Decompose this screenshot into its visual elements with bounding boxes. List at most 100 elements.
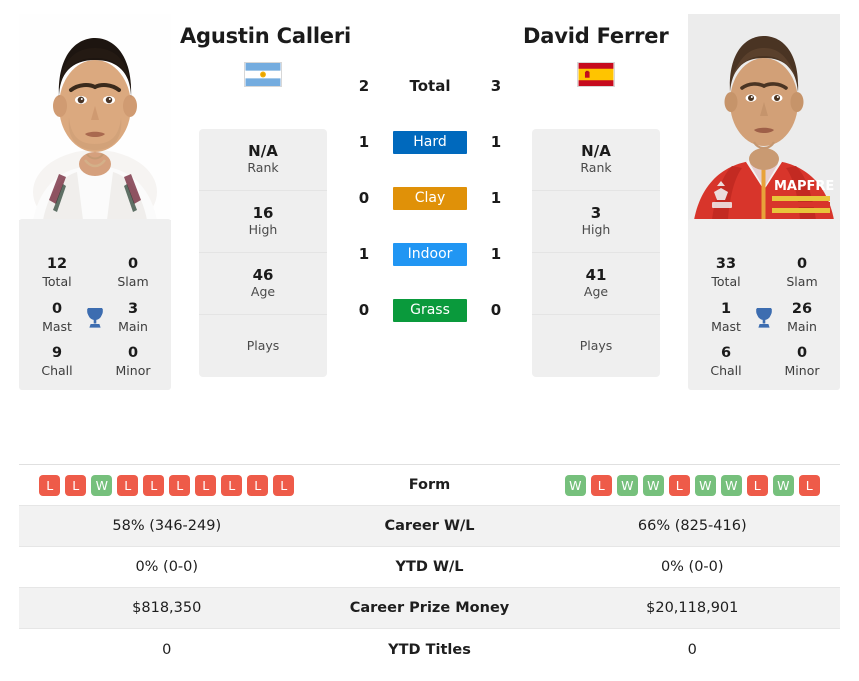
form-badge-right-7: L: [746, 474, 768, 496]
high-value-right: 3: [590, 203, 602, 222]
form-badge-left-2: W: [91, 474, 113, 496]
form-badge-left-1: L: [65, 474, 87, 496]
titles-total-label-left: Total: [42, 273, 72, 289]
table-row-ytd-titles: 0 YTD Titles 0: [19, 629, 840, 670]
info-cell-age-right: 41 Age: [532, 253, 660, 315]
titles-minor-value-right: 0: [796, 345, 808, 362]
h2h-right-indoor: 1: [490, 245, 502, 263]
form-badge-left-8: L: [247, 474, 269, 496]
h2h-right-hard: 1: [490, 133, 502, 151]
h2h-right-total: 3: [490, 77, 502, 95]
player-photo-right: MAPFRE: [688, 14, 840, 220]
age-value-left: 46: [252, 265, 274, 284]
row-label-ytd-wl: YTD W/L: [395, 559, 464, 575]
form-badge-right-5: W: [694, 474, 716, 496]
high-label-right: High: [581, 222, 611, 238]
flag-spain-icon: [577, 62, 615, 87]
rank-value-right: N/A: [581, 141, 611, 160]
titles-chall-label-right: Chall: [710, 363, 742, 379]
rank-label-right: Rank: [580, 160, 612, 176]
form-badge-right-8: W: [772, 474, 794, 496]
trophy-icon: [82, 305, 108, 331]
titles-minor-label-left: Minor: [115, 363, 151, 379]
player-name-right[interactable]: David Ferrer: [523, 24, 669, 48]
info-cell-high-left: 16 High: [199, 191, 327, 253]
table-row-form: LLWLLLLLLL Form WLWWLWWLWL: [19, 465, 840, 506]
titles-total-value-left: 12: [46, 256, 68, 272]
surface-chip-hard[interactable]: Hard: [393, 130, 467, 154]
h2h-row-total: 2 Total 3: [340, 58, 520, 114]
titles-slam-label-right: Slam: [786, 273, 818, 289]
form-badges-left: LLWLLLLLLL: [19, 474, 315, 496]
titles-total-label-right: Total: [711, 273, 741, 289]
h2h-right-clay: 1: [490, 189, 502, 207]
table-row-career-prize-money: $818,350 Career Prize Money $20,118,901: [19, 588, 840, 629]
surface-chip-grass[interactable]: Grass: [393, 298, 467, 322]
h2h-row-hard: 1 Hard 1: [340, 114, 520, 170]
ytd-titles-left: 0: [162, 641, 172, 658]
form-badge-right-4: L: [668, 474, 690, 496]
form-badge-left-5: L: [169, 474, 191, 496]
table-row-ytd-wl: 0% (0-0) YTD W/L 0% (0-0): [19, 547, 840, 588]
form-badge-left-9: L: [273, 474, 295, 496]
form-badge-right-2: W: [616, 474, 638, 496]
form-badge-right-6: W: [720, 474, 742, 496]
head-to-head-block: 2 Total 3 1 Hard 1 0 Clay 1 1 Indoor 1 0…: [340, 58, 520, 338]
titles-total-value-right: 33: [715, 256, 737, 272]
titles-slam-label-left: Slam: [117, 273, 149, 289]
h2h-row-clay: 0 Clay 1: [340, 170, 520, 226]
form-badge-right-0: W: [564, 474, 586, 496]
form-badge-right-9: L: [798, 474, 820, 496]
form-badge-right-3: W: [642, 474, 664, 496]
form-badge-left-7: L: [221, 474, 243, 496]
titles-minor-label-right: Minor: [784, 363, 820, 379]
age-label-left: Age: [250, 284, 276, 300]
rank-label-left: Rank: [247, 160, 279, 176]
svg-text:MAPFRE: MAPFRE: [774, 179, 834, 194]
info-cell-rank-left: N/A Rank: [199, 129, 327, 191]
form-badge-left-4: L: [143, 474, 165, 496]
ytd-wl-right: 0% (0-0): [660, 559, 724, 575]
table-row-career-wl: 58% (346-249) Career W/L 66% (825-416): [19, 506, 840, 547]
surface-chip-indoor[interactable]: Indoor: [393, 242, 467, 266]
titles-minor-value-left: 0: [127, 345, 139, 362]
row-label-career-wl: Career W/L: [384, 518, 475, 534]
titles-minor-left: 0 Minor: [95, 344, 171, 380]
titles-chall-right: 6 Chall: [688, 344, 764, 380]
form-badge-left-6: L: [195, 474, 217, 496]
surface-chip-clay[interactable]: Clay: [393, 186, 467, 210]
info-card-left: N/A Rank 16 High 46 Age Plays: [199, 129, 327, 377]
rank-value-left: N/A: [248, 141, 278, 160]
ytd-titles-right: 0: [687, 641, 697, 658]
titles-minor-right: 0 Minor: [764, 344, 840, 380]
info-cell-plays-right: Plays: [532, 315, 660, 377]
career-prize-money-right: $20,118,901: [646, 600, 739, 616]
h2h-row-indoor: 1 Indoor 1: [340, 226, 520, 282]
career-wl-left: 58% (346-249): [112, 518, 222, 534]
player-name-left[interactable]: Agustin Calleri: [180, 24, 351, 48]
titles-chall-value-right: 6: [720, 345, 732, 362]
titles-chall-label-left: Chall: [41, 363, 73, 379]
h2h-left-clay: 0: [358, 189, 370, 207]
titles-total-right: 33 Total: [688, 255, 764, 291]
titles-slam-value-right: 0: [796, 256, 808, 272]
trophy-icon: [751, 305, 777, 331]
h2h-left-total: 2: [358, 77, 370, 95]
high-label-left: High: [248, 222, 278, 238]
form-badges-right: WLWWLWWLWL: [545, 474, 841, 496]
titles-slam-left: 0 Slam: [95, 255, 171, 291]
h2h-row-grass: 0 Grass 0: [340, 282, 520, 338]
plays-label-left: Plays: [246, 337, 280, 353]
player-photo-left: [19, 14, 171, 220]
info-cell-rank-right: N/A Rank: [532, 129, 660, 191]
high-value-left: 16: [252, 203, 274, 222]
info-cell-age-left: 46 Age: [199, 253, 327, 315]
h2h-label-total: Total: [409, 77, 451, 95]
titles-slam-value-left: 0: [127, 256, 139, 272]
info-cell-high-right: 3 High: [532, 191, 660, 253]
form-badge-left-3: L: [117, 474, 139, 496]
career-prize-money-left: $818,350: [132, 600, 202, 616]
titles-card-left: 12 Total 0 Slam 0 Mast 3 Main 9 Chall 0 …: [19, 219, 171, 391]
h2h-left-indoor: 1: [358, 245, 370, 263]
info-card-right: N/A Rank 3 High 41 Age Plays: [532, 129, 660, 377]
